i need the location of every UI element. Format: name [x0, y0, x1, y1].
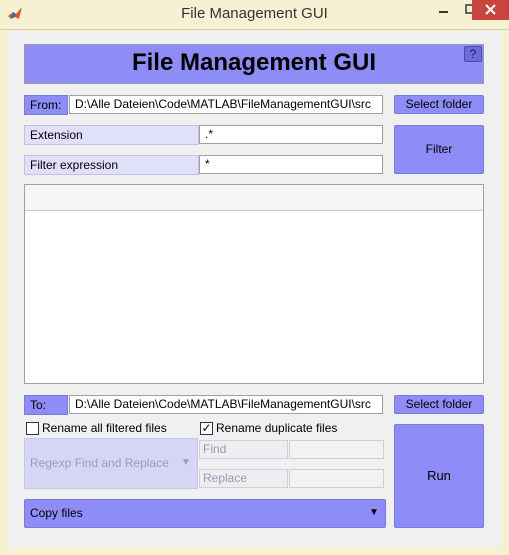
- file-list[interactable]: [24, 184, 484, 384]
- filter-expression-field[interactable]: *: [199, 155, 383, 174]
- rename-all-checkbox[interactable]: [26, 422, 39, 435]
- find-label: Find: [199, 440, 288, 459]
- select-source-folder-button[interactable]: Select folder: [394, 95, 484, 114]
- close-icon: [485, 4, 496, 15]
- filter-button[interactable]: Filter: [394, 125, 484, 174]
- file-list-header: [25, 185, 483, 211]
- extension-field[interactable]: .*: [199, 125, 383, 144]
- help-button[interactable]: ?: [464, 46, 482, 62]
- find-field[interactable]: [289, 440, 384, 459]
- replace-field[interactable]: [289, 469, 384, 488]
- to-label: To:: [24, 395, 68, 415]
- rename-all-label[interactable]: Rename all filtered files: [42, 421, 167, 436]
- select-destination-folder-button[interactable]: Select folder: [394, 395, 484, 414]
- replace-label: Replace: [199, 469, 288, 488]
- rename-duplicates-checkbox[interactable]: ✓: [200, 422, 213, 435]
- rename-duplicates-label[interactable]: Rename duplicate files: [216, 421, 337, 436]
- regexp-dropdown-value: Regexp Find and Replace: [30, 456, 169, 470]
- page-title: File Management GUI: [131, 49, 377, 76]
- source-path-field[interactable]: D:\Alle Dateien\Code\MATLAB\FileManageme…: [69, 95, 383, 114]
- from-label: From:: [24, 95, 68, 115]
- check-icon: ✓: [201, 421, 212, 435]
- chevron-down-icon: ▼: [181, 457, 191, 468]
- run-button[interactable]: Run: [394, 424, 484, 528]
- filter-expression-label: Filter expression: [24, 155, 199, 175]
- extension-label: Extension: [24, 125, 199, 145]
- minimize-icon: [439, 11, 448, 13]
- destination-path-field[interactable]: D:\Alle Dateien\Code\MATLAB\FileManageme…: [69, 395, 383, 414]
- operation-dropdown-value: Copy files: [30, 506, 83, 520]
- minimize-button[interactable]: [430, 0, 457, 20]
- close-button[interactable]: [472, 0, 509, 20]
- chevron-down-icon: ▼: [369, 507, 379, 518]
